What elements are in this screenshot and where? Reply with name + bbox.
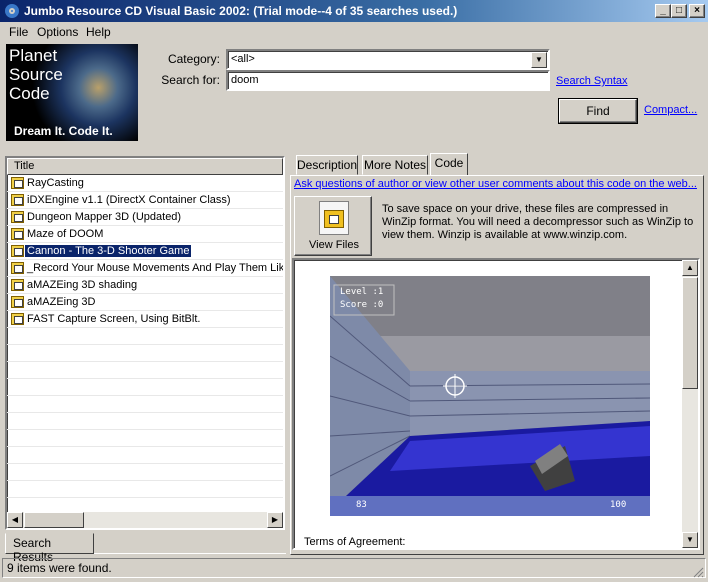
tab-more-notes[interactable]: More Notes (362, 155, 428, 175)
column-header-title[interactable]: Title (7, 158, 283, 175)
list-item[interactable]: _Record Your Mouse Movements And Play Th… (7, 260, 283, 277)
menu-file[interactable]: File (9, 25, 28, 39)
empty-row (7, 362, 283, 379)
code-file-icon (11, 279, 24, 291)
list-item[interactable]: Dungeon Mapper 3D (Updated) (7, 209, 283, 226)
code-file-icon (11, 177, 24, 189)
minimize-button[interactable]: _ (655, 4, 671, 18)
tab-search-results[interactable]: Search Results (5, 533, 94, 564)
code-detail-view[interactable]: Level :1 Score :0 83 100 Terms of Agreem… (292, 258, 700, 550)
winzip-note: To save space on your drive, these files… (382, 203, 694, 241)
ask-author-link[interactable]: Ask questions of author or view other us… (294, 178, 704, 192)
list-item[interactable]: aMAZEing 3D shading (7, 277, 283, 294)
terms-heading: Terms of Agreement: (304, 536, 406, 548)
horizontal-scrollbar[interactable]: ◀ ▶ (7, 512, 283, 528)
game-ammo: 83 (356, 500, 367, 510)
code-file-icon (11, 313, 24, 325)
scroll-thumb[interactable] (24, 512, 84, 528)
game-level: Level :1 (340, 287, 384, 297)
list-item[interactable]: iDXEngine v1.1 (DirectX Container Class) (7, 192, 283, 209)
empty-row (7, 328, 283, 345)
game-health: 100 (610, 500, 627, 510)
empty-row (7, 345, 283, 362)
scroll-down-icon[interactable]: ▼ (682, 532, 698, 548)
empty-row (7, 481, 283, 498)
window-title: Jumbo Resource CD Visual Basic 2002: (Tr… (24, 4, 458, 18)
tab-description[interactable]: Description (296, 155, 358, 175)
tab-baseline (94, 553, 286, 554)
vertical-scrollbar[interactable]: ▲ ▼ (682, 260, 698, 548)
category-label: Category: (167, 52, 220, 66)
scroll-thumb[interactable] (682, 277, 698, 389)
results-list[interactable]: Title RayCasting iDXEngine v1.1 (DirectX… (5, 156, 285, 530)
list-item[interactable]: FAST Capture Screen, Using BitBlt. (7, 311, 283, 328)
list-item[interactable]: Maze of DOOM (7, 226, 283, 243)
game-screenshot: Level :1 Score :0 83 100 (330, 276, 650, 516)
menu-options[interactable]: Options (37, 25, 78, 39)
code-file-icon (11, 245, 24, 257)
resize-grip-icon[interactable] (692, 566, 704, 578)
list-item[interactable]: aMAZEing 3D (7, 294, 283, 311)
empty-row (7, 447, 283, 464)
code-file-icon (11, 228, 24, 240)
tab-code[interactable]: Code (430, 153, 468, 175)
list-item[interactable]: RayCasting (7, 175, 283, 192)
view-files-button[interactable]: View Files (294, 196, 372, 256)
category-select[interactable]: <all> ▼ (226, 49, 550, 70)
search-label: Search for: (161, 73, 220, 87)
compact-link[interactable]: Compact... (644, 104, 697, 116)
list-item-selected[interactable]: Cannon - The 3-D Shooter Game (7, 243, 283, 260)
find-button[interactable]: Find (559, 99, 637, 123)
logo-text: Planet Source Code (9, 46, 63, 103)
search-syntax-link[interactable]: Search Syntax (556, 75, 628, 87)
code-file-icon (11, 211, 24, 223)
empty-row (7, 413, 283, 430)
code-file-icon (11, 194, 24, 206)
empty-row (7, 396, 283, 413)
winzip-icon (319, 201, 349, 235)
scroll-right-icon[interactable]: ▶ (267, 512, 283, 528)
chevron-down-icon[interactable]: ▼ (531, 52, 547, 68)
game-score: Score :0 (340, 300, 384, 310)
empty-row (7, 430, 283, 447)
search-input[interactable]: doom (226, 70, 550, 91)
title-bar: Jumbo Resource CD Visual Basic 2002: (Tr… (0, 0, 708, 22)
empty-row (7, 464, 283, 481)
status-bar: 9 items were found. (2, 558, 706, 578)
app-icon (4, 3, 20, 19)
category-value: <all> (231, 53, 255, 65)
maximize-button[interactable]: □ (671, 4, 687, 18)
code-file-icon (11, 296, 24, 308)
close-button[interactable]: × (689, 4, 705, 18)
scroll-up-icon[interactable]: ▲ (682, 260, 698, 276)
menu-help[interactable]: Help (86, 25, 111, 39)
view-files-label: View Files (309, 239, 359, 251)
planet-source-code-logo: Planet Source Code Dream It. Code It. (6, 44, 138, 141)
empty-row (7, 379, 283, 396)
scroll-left-icon[interactable]: ◀ (7, 512, 23, 528)
menu-bar: File Options Help (0, 22, 708, 42)
code-file-icon (11, 262, 24, 274)
logo-tagline: Dream It. Code It. (14, 124, 113, 138)
